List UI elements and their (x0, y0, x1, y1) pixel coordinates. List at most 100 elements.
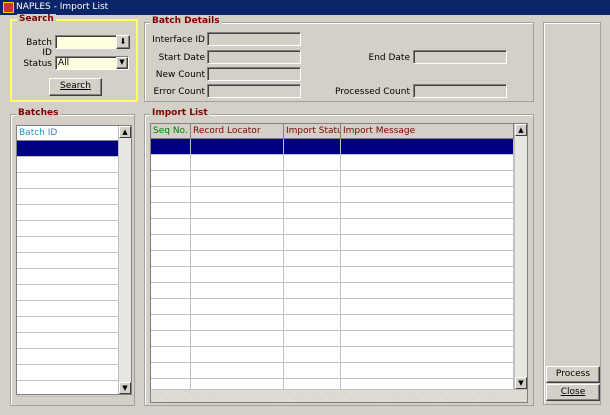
import-cell[interactable] (284, 203, 341, 219)
import-cell[interactable] (151, 315, 191, 331)
status-dropdown-button[interactable]: ▼ (116, 57, 128, 69)
import-cell[interactable] (151, 331, 191, 347)
import-cell[interactable] (341, 331, 514, 347)
search-button[interactable]: Search (49, 78, 102, 96)
import-cell[interactable] (341, 299, 514, 315)
import-row[interactable] (151, 267, 514, 283)
import-row[interactable] (151, 235, 514, 251)
scroll-up-icon[interactable]: ▲ (119, 126, 131, 138)
batch-row[interactable] (17, 269, 118, 285)
import-cell[interactable] (191, 347, 284, 363)
batch-row[interactable] (17, 365, 118, 381)
import-cell[interactable] (191, 363, 284, 379)
import-row[interactable] (151, 299, 514, 315)
import-row[interactable] (151, 187, 514, 203)
batch-row[interactable] (17, 205, 118, 221)
import-cell[interactable] (151, 267, 191, 283)
import-cell[interactable] (151, 219, 191, 235)
import-cell[interactable] (341, 171, 514, 187)
import-cell[interactable] (151, 187, 191, 203)
batch-row[interactable] (17, 173, 118, 189)
batch-row[interactable] (17, 157, 118, 173)
import-cell[interactable] (341, 219, 514, 235)
batches-grid[interactable]: Batch ID ▲ ▼ (16, 125, 132, 397)
import-cell[interactable] (191, 219, 284, 235)
import-cell[interactable] (341, 315, 514, 331)
batch-row[interactable] (17, 333, 118, 349)
import-cell[interactable] (284, 331, 341, 347)
import-cell[interactable] (151, 347, 191, 363)
batch-id-input[interactable] (55, 35, 125, 49)
batch-row[interactable] (17, 189, 118, 205)
batch-row[interactable] (17, 141, 118, 157)
import-list-vscrollbar[interactable]: ▲ ▼ (514, 124, 527, 389)
import-cell[interactable] (341, 267, 514, 283)
batch-row[interactable] (17, 349, 118, 365)
import-row[interactable] (151, 171, 514, 187)
import-message-header[interactable]: Import Message (341, 124, 514, 139)
import-cell[interactable] (284, 235, 341, 251)
import-list-grid[interactable]: Seq No. Record Locator Import Status Imp… (150, 123, 528, 403)
import-cell[interactable] (341, 251, 514, 267)
record-locator-header[interactable]: Record Locator (191, 124, 284, 139)
import-cell[interactable] (341, 283, 514, 299)
import-cell[interactable] (151, 363, 191, 379)
import-cell[interactable] (191, 235, 284, 251)
import-cell[interactable] (191, 251, 284, 267)
import-cell[interactable] (151, 155, 191, 171)
scroll-down-icon[interactable]: ▼ (515, 377, 527, 389)
process-button[interactable]: Process (546, 366, 600, 383)
import-cell[interactable] (151, 251, 191, 267)
import-cell[interactable] (284, 251, 341, 267)
import-cell[interactable] (191, 203, 284, 219)
import-cell[interactable] (151, 235, 191, 251)
import-row[interactable] (151, 251, 514, 267)
import-cell[interactable] (341, 347, 514, 363)
import-cell[interactable] (284, 347, 341, 363)
import-cell[interactable] (341, 139, 514, 155)
import-row[interactable] (151, 283, 514, 299)
import-cell[interactable] (151, 203, 191, 219)
batch-row[interactable] (17, 301, 118, 317)
batch-row[interactable] (17, 381, 118, 397)
import-row[interactable] (151, 203, 514, 219)
batch-id-lov-button[interactable]: ⬇ (116, 35, 130, 49)
seq-no-header[interactable]: Seq No. (151, 124, 191, 139)
import-cell[interactable] (191, 315, 284, 331)
import-cell[interactable] (191, 299, 284, 315)
scroll-down-icon[interactable]: ▼ (119, 382, 131, 394)
import-list-hscrollbar[interactable] (151, 389, 527, 402)
import-cell[interactable] (151, 283, 191, 299)
import-cell[interactable] (341, 155, 514, 171)
import-row[interactable] (151, 315, 514, 331)
import-cell[interactable] (191, 331, 284, 347)
import-row[interactable] (151, 363, 514, 379)
import-cell[interactable] (284, 299, 341, 315)
import-cell[interactable] (191, 187, 284, 203)
import-row[interactable] (151, 219, 514, 235)
scroll-up-icon[interactable]: ▲ (515, 124, 527, 136)
batch-row[interactable] (17, 317, 118, 333)
import-cell[interactable] (191, 155, 284, 171)
close-button[interactable]: Close (546, 384, 600, 401)
import-cell[interactable] (284, 155, 341, 171)
batch-row[interactable] (17, 237, 118, 253)
import-row[interactable] (151, 155, 514, 171)
import-cell[interactable] (284, 315, 341, 331)
import-cell[interactable] (341, 235, 514, 251)
import-cell[interactable] (151, 171, 191, 187)
import-status-header[interactable]: Import Status (284, 124, 341, 139)
batches-scrollbar[interactable]: ▲ ▼ (118, 126, 131, 394)
import-cell[interactable] (284, 283, 341, 299)
import-cell[interactable] (284, 139, 341, 155)
import-row[interactable] (151, 139, 514, 155)
import-cell[interactable] (284, 267, 341, 283)
batch-row[interactable] (17, 221, 118, 237)
import-cell[interactable] (341, 203, 514, 219)
import-row[interactable] (151, 331, 514, 347)
import-cell[interactable] (191, 267, 284, 283)
import-cell[interactable] (284, 363, 341, 379)
import-cell[interactable] (151, 139, 191, 155)
import-cell[interactable] (284, 219, 341, 235)
batch-row[interactable] (17, 285, 118, 301)
